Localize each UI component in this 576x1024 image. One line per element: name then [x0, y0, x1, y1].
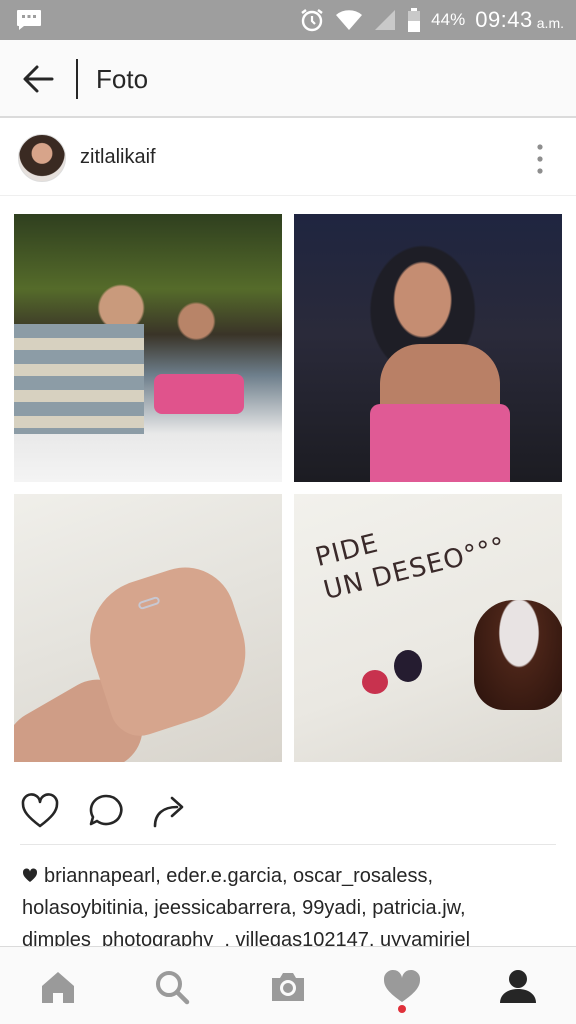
battery-icon [408, 8, 421, 32]
dessert-plate-text: PIDE UN DESEO°°° [312, 528, 510, 607]
camera-icon[interactable] [268, 967, 308, 1007]
clock-ampm: a.m. [536, 14, 564, 31]
status-bar: 44% 09:43 a.m. [0, 0, 576, 40]
top-bar: Foto [0, 40, 576, 118]
post-username[interactable]: zitlalikaif [80, 146, 156, 169]
clock: 09:43 [475, 7, 533, 32]
alarm-icon [301, 9, 323, 32]
profile-icon[interactable] [498, 967, 538, 1007]
man-shirt [14, 324, 144, 434]
raspberry [362, 670, 388, 694]
search-icon[interactable] [152, 967, 192, 1007]
page-title: Foto [96, 64, 149, 94]
back-arrow-icon[interactable] [22, 64, 54, 94]
post-actions [0, 776, 576, 846]
chocolate-cake [474, 600, 562, 710]
post-header: zitlalikaif [0, 120, 576, 196]
pink-top [370, 404, 510, 482]
comment-icon[interactable] [86, 792, 126, 830]
avatar[interactable] [18, 134, 66, 182]
more-options-icon[interactable] [534, 142, 546, 176]
likes-heart-icon [22, 868, 38, 882]
collage-photo-dessert: PIDE UN DESEO°°° [294, 494, 562, 762]
battery-percent: 44% [431, 10, 466, 29]
signal-icon [375, 10, 396, 30]
blackberry [394, 650, 422, 682]
likes-list[interactable]: briannapearl, eder.e.garcia, oscar_rosal… [22, 860, 558, 956]
header-divider [76, 59, 78, 99]
bottom-navigation [0, 946, 576, 1024]
wifi-icon [336, 10, 363, 30]
collage-photo-couple [14, 214, 282, 482]
activity-heart-icon[interactable] [382, 967, 422, 1007]
message-icon [17, 10, 41, 30]
like-icon[interactable] [20, 792, 60, 830]
share-icon[interactable] [150, 792, 190, 830]
actions-divider [20, 844, 556, 845]
home-icon[interactable] [38, 967, 78, 1007]
notification-dot [398, 1005, 406, 1013]
likes-text[interactable]: briannapearl, eder.e.garcia, oscar_rosal… [22, 865, 470, 951]
post-photo[interactable]: PIDE UN DESEO°°° [0, 196, 576, 776]
collage-photo-hands [14, 494, 282, 762]
woman-top [154, 374, 244, 414]
collage-photo-woman-ring [294, 214, 562, 482]
